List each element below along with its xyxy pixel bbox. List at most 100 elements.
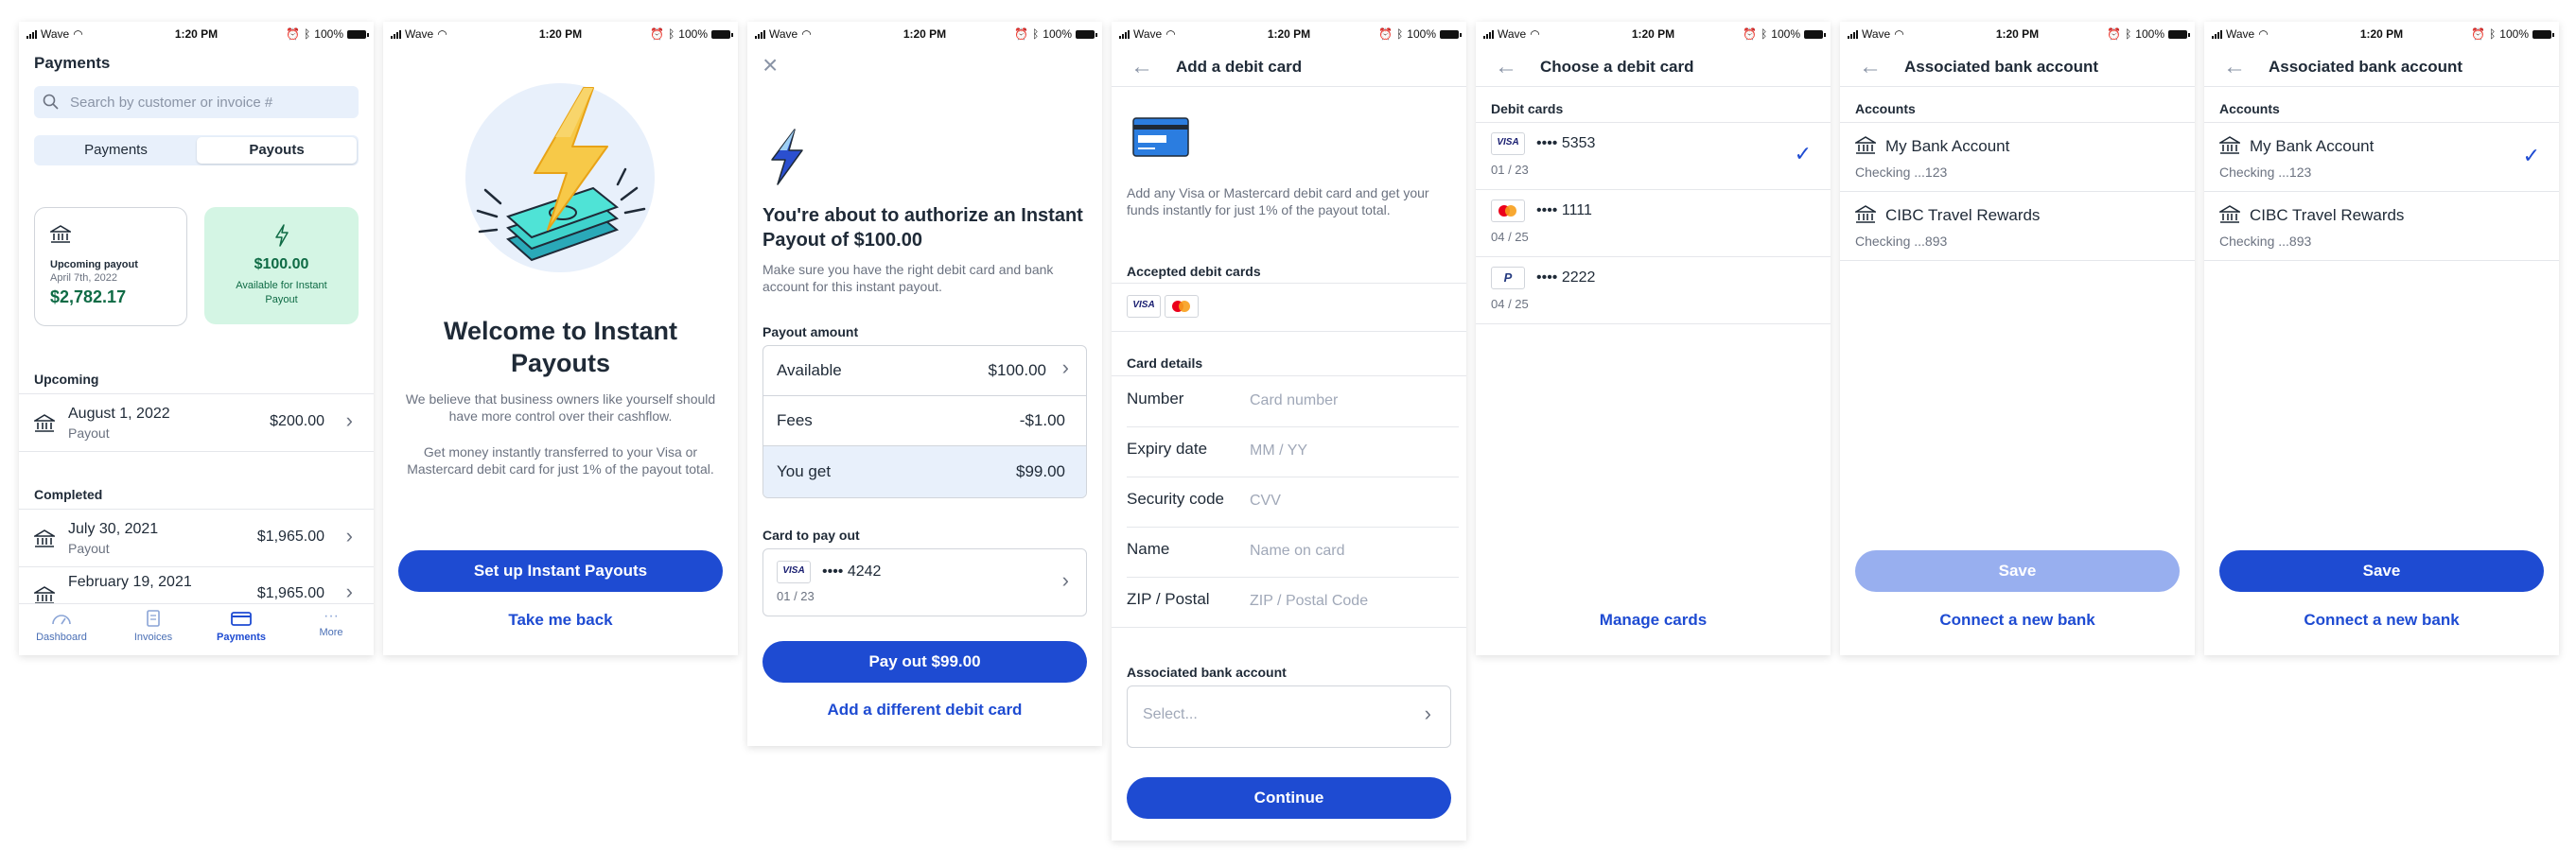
row-label: Fees bbox=[777, 411, 813, 429]
payout-row[interactable]: February 19, 2021 $1,965.00 › bbox=[19, 566, 374, 604]
debit-cards-label: Debit cards bbox=[1491, 101, 1564, 116]
checkmark-icon: ✓ bbox=[2522, 144, 2540, 167]
take-me-back-link[interactable]: Take me back bbox=[383, 611, 738, 630]
setup-instant-payouts-button[interactable]: Set up Instant Payouts bbox=[398, 550, 723, 592]
account-detail: Checking ...893 bbox=[1855, 234, 1948, 249]
mastercard-icon bbox=[1491, 199, 1525, 222]
battery-icon bbox=[711, 29, 733, 39]
connect-new-bank-link[interactable]: Connect a new bank bbox=[2204, 611, 2559, 630]
field-label: Number bbox=[1127, 390, 1184, 408]
payout-type: Payout bbox=[68, 425, 110, 441]
postal-field[interactable]: ZIP / Postal ZIP / Postal Code bbox=[1127, 577, 1459, 627]
search-input[interactable]: Search by customer or invoice # bbox=[34, 86, 359, 118]
available-row[interactable]: Available $100.00 › bbox=[763, 346, 1086, 396]
back-arrow-icon[interactable]: ← bbox=[1495, 54, 1517, 80]
payout-row[interactable]: August 1, 2022 Payout $200.00 › bbox=[19, 393, 374, 452]
upcoming-payout-label: Upcoming payout bbox=[50, 259, 138, 270]
add-card-intro: Add any Visa or Mastercard debit card an… bbox=[1127, 185, 1429, 217]
card-selector[interactable]: VISA •••• 4242 01 / 23 › bbox=[762, 548, 1087, 616]
battery-label: 100% bbox=[1771, 27, 1800, 41]
status-bar: Wave ◠ 1:20 PM ⏰ ᛒ 100% bbox=[1112, 22, 1466, 46]
battery-icon bbox=[1804, 29, 1826, 39]
card-row[interactable]: •••• 1111 04 / 25 bbox=[1476, 190, 1831, 257]
screen-welcome-instant-payouts: Wave ◠ 1:20 PM ⏰ ᛒ 100% Welcome to Instant … bbox=[383, 22, 738, 655]
manage-cards-link[interactable]: Manage cards bbox=[1476, 611, 1831, 630]
card-details-label: Card details bbox=[1127, 356, 1203, 371]
page-title: Payments bbox=[34, 54, 111, 72]
security-code-field[interactable]: Security code CVV bbox=[1127, 477, 1459, 528]
bank-icon bbox=[2219, 136, 2240, 154]
bank-icon bbox=[34, 529, 55, 547]
expiry-field[interactable]: Expiry date MM / YY bbox=[1127, 426, 1459, 477]
alarm-icon: ⏰ bbox=[2107, 27, 2122, 41]
connect-new-bank-link[interactable]: Connect a new bank bbox=[1840, 611, 2195, 630]
account-detail: Checking ...123 bbox=[1855, 165, 1948, 180]
field-label: Expiry date bbox=[1127, 440, 1208, 458]
card-number: •••• 1111 bbox=[1536, 202, 1592, 218]
debit-card-icon bbox=[1132, 117, 1189, 157]
battery-icon bbox=[2168, 29, 2190, 39]
bank-icon bbox=[50, 225, 71, 243]
payout-amount-label: Payout amount bbox=[762, 324, 859, 339]
chevron-right-icon: › bbox=[345, 408, 353, 432]
screen-add-debit-card: Wave ◠ 1:20 PM ⏰ ᛒ 100% ← Add a debit card … bbox=[1112, 22, 1466, 841]
instant-payout-card[interactable]: $100.00 Available for Instant Payout bbox=[204, 207, 359, 324]
account-row[interactable]: My Bank Account Checking ...123 bbox=[1840, 123, 2195, 192]
account-list: My Bank Account Checking ...123 CIBC Tra… bbox=[1840, 122, 2195, 261]
battery-label: 100% bbox=[2135, 27, 2164, 41]
bluetooth-icon: ᛒ bbox=[2125, 27, 2132, 41]
account-name: My Bank Account bbox=[1885, 137, 2010, 155]
chevron-right-icon: › bbox=[345, 524, 353, 547]
bank-account-select[interactable]: Select... › bbox=[1127, 685, 1451, 748]
alarm-icon: ⏰ bbox=[1378, 27, 1393, 41]
card-number: •••• 5353 bbox=[1536, 135, 1596, 151]
instant-label: Available for Instant Payout bbox=[236, 280, 327, 305]
payout-amount-box: Available $100.00 › Fees -$1.00 You get … bbox=[762, 345, 1087, 498]
status-bar: Wave ◠ 1:20 PM ⏰ ᛒ 100% bbox=[747, 22, 1102, 46]
status-bar: Wave ◠ 1:20 PM ⏰ ᛒ 100% bbox=[2204, 22, 2559, 46]
payout-row[interactable]: July 30, 2021 Payout $1,965.00 › bbox=[19, 509, 374, 567]
alarm-icon: ⏰ bbox=[1743, 27, 1758, 41]
field-placeholder: Card number bbox=[1250, 392, 1339, 408]
nav-dashboard[interactable]: Dashboard bbox=[19, 610, 104, 643]
back-arrow-icon[interactable]: ← bbox=[1130, 54, 1153, 80]
upcoming-payout-card[interactable]: Upcoming payout April 7th, 2022 $2,782.1… bbox=[34, 207, 187, 326]
battery-label: 100% bbox=[1407, 27, 1436, 41]
nav-invoices[interactable]: Invoices bbox=[111, 610, 196, 643]
tab-payments[interactable]: Payments bbox=[36, 137, 196, 164]
alarm-icon: ⏰ bbox=[286, 27, 301, 41]
nav-more[interactable]: ··· More bbox=[289, 609, 374, 639]
accepted-cards-row: VISA bbox=[1112, 283, 1466, 332]
close-icon[interactable]: × bbox=[762, 50, 778, 80]
lightning-icon bbox=[771, 129, 803, 185]
nav-label: Dashboard bbox=[36, 632, 87, 643]
authorize-heading: You're about to authorize an Instant Pay… bbox=[762, 205, 1083, 251]
card-row[interactable]: P •••• 2222 04 / 25 bbox=[1476, 257, 1831, 324]
nav-payments[interactable]: Payments bbox=[199, 610, 284, 643]
account-row[interactable]: CIBC Travel Rewards Checking ...893 bbox=[1840, 192, 2195, 261]
back-arrow-icon[interactable]: ← bbox=[1859, 54, 1882, 80]
continue-button[interactable]: Continue bbox=[1127, 777, 1451, 819]
field-label: Name bbox=[1127, 540, 1170, 558]
status-bar: Wave ◠ 1:20 PM ⏰ ᛒ 100% bbox=[1476, 22, 1831, 46]
account-row[interactable]: CIBC Travel Rewards Checking ...893 bbox=[2204, 192, 2559, 261]
accounts-label: Accounts bbox=[2219, 101, 2280, 116]
name-field[interactable]: Name Name on card bbox=[1127, 527, 1459, 578]
add-different-card-link[interactable]: Add a different debit card bbox=[747, 701, 1102, 720]
pay-out-button[interactable]: Pay out $99.00 bbox=[762, 641, 1087, 683]
card-number-field[interactable]: Number Card number bbox=[1127, 376, 1459, 427]
bottom-nav: Dashboard Invoices Payments ··· More bbox=[19, 603, 374, 655]
status-bar: Wave ◠ 1:20 PM ⏰ ᛒ 100% bbox=[1840, 22, 2195, 46]
back-arrow-icon[interactable]: ← bbox=[2223, 54, 2246, 80]
tab-payouts[interactable]: Payouts bbox=[197, 137, 357, 164]
bluetooth-icon: ᛒ bbox=[1396, 27, 1404, 41]
account-name: My Bank Account bbox=[2250, 137, 2374, 155]
welcome-paragraph: Get money instantly transferred to your … bbox=[407, 444, 714, 477]
account-row[interactable]: My Bank Account Checking ...123 ✓ bbox=[2204, 123, 2559, 192]
save-button[interactable]: Save bbox=[2219, 550, 2544, 592]
card-row[interactable]: VISA •••• 5353 01 / 23 ✓ bbox=[1476, 123, 1831, 190]
save-button[interactable]: Save bbox=[1855, 550, 2180, 592]
select-placeholder: Select... bbox=[1143, 706, 1198, 722]
bluetooth-icon: ᛒ bbox=[1032, 27, 1040, 41]
account-name: CIBC Travel Rewards bbox=[1885, 206, 2041, 224]
